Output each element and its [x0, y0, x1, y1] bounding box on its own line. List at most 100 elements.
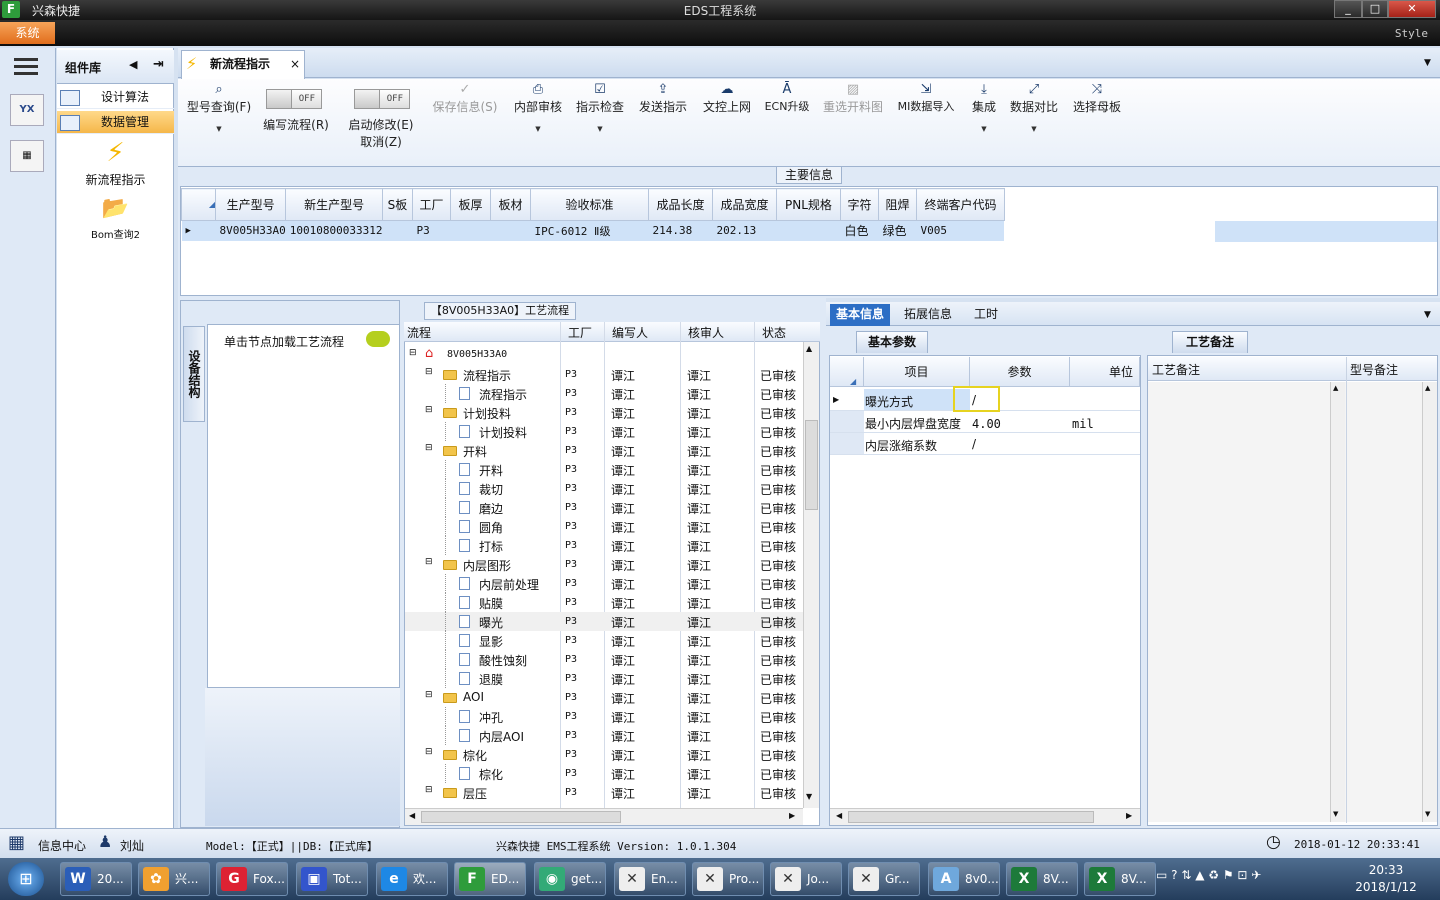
table-cell[interactable]: [382, 221, 412, 241]
collapse-left-icon[interactable]: ◀: [129, 58, 137, 71]
taskbar-item[interactable]: ◉ get...: [534, 862, 606, 896]
scroll-up-icon[interactable]: ▲: [1333, 384, 1338, 392]
table-cell[interactable]: [776, 221, 840, 241]
params-horizontal-scrollbar[interactable]: ◀ ▶: [830, 808, 1140, 825]
table-cell[interactable]: 10010800033312: [286, 221, 383, 241]
taskbar-item[interactable]: ✕ Pro...: [692, 862, 764, 896]
col-header[interactable]: 项目: [864, 357, 970, 387]
table-cell[interactable]: IPC-6012 Ⅱ级: [530, 221, 648, 241]
tree-row[interactable]: 磨边 P3 谭江 谭江 已审核: [405, 498, 805, 517]
taskbar-item[interactable]: ▣ Tot...: [296, 862, 368, 896]
tab-close-icon[interactable]: ×: [290, 51, 300, 77]
scroll-left-icon[interactable]: ◀: [409, 811, 415, 820]
taskbar-item[interactable]: ✕ En...: [614, 862, 686, 896]
tree-row[interactable]: ⊟ AOI P3 谭江 谭江 已审核: [405, 688, 805, 707]
col-header[interactable]: 板材: [489, 188, 531, 221]
tree-row[interactable]: 流程指示 P3 谭江 谭江 已审核: [405, 384, 805, 403]
scroll-down-icon[interactable]: ▼: [1425, 810, 1430, 818]
maximize-button[interactable]: □: [1362, 0, 1388, 18]
table-cell[interactable]: 214.38: [648, 221, 712, 241]
start-button[interactable]: ⊞: [8, 862, 44, 896]
scroll-right-icon[interactable]: ▶: [789, 811, 795, 820]
tree-root-row[interactable]: ⊟ ⌂ 8V005H33A0: [405, 346, 805, 365]
ecn-upgrade-button[interactable]: Ā ECN升级: [762, 82, 812, 114]
collapse-icon[interactable]: ⊟: [425, 405, 433, 415]
taskbar-item[interactable]: X 8V...: [1084, 862, 1156, 896]
scroll-up-icon[interactable]: ▲: [806, 344, 812, 353]
tree-row[interactable]: 冲孔 P3 谭江 谭江 已审核: [405, 707, 805, 726]
table-cell[interactable]: 白色: [840, 221, 878, 241]
scroll-left-icon[interactable]: ◀: [836, 811, 842, 820]
tree-row[interactable]: 棕化 P3 谭江 谭江 已审核: [405, 764, 805, 783]
tree-row[interactable]: ⊟ 棕化 P3 谭江 谭江 已审核: [405, 745, 805, 764]
table-cell[interactable]: 202.13: [712, 221, 776, 241]
system-menu-button[interactable]: 系统: [0, 22, 55, 44]
tree-row[interactable]: 打标 P3 谭江 谭江 已审核: [405, 536, 805, 555]
col-header[interactable]: 终端客户代码: [915, 188, 1005, 221]
equipment-structure-tab[interactable]: 设备结构: [183, 326, 205, 422]
info-center-link[interactable]: 信息中心: [38, 837, 86, 854]
scroll-down-icon[interactable]: ▼: [806, 792, 812, 801]
tree-vertical-scrollbar[interactable]: ▲ ▼: [803, 342, 819, 808]
integrate-button[interactable]: ⤓ 集成 ▼: [966, 82, 1002, 133]
table-cell[interactable]: [450, 221, 490, 241]
col-header[interactable]: 状态: [762, 324, 786, 341]
col-header[interactable]: 工厂: [411, 188, 451, 221]
select-motherboard-button[interactable]: ⤨ 选择母板: [1070, 82, 1124, 115]
col-header[interactable]: 验收标准: [529, 188, 649, 221]
tree-row[interactable]: 酸性蚀刻 P3 谭江 谭江 已审核: [405, 650, 805, 669]
table-cell[interactable]: [490, 221, 530, 241]
col-header[interactable]: 生产型号: [214, 188, 287, 221]
tree-row[interactable]: 计划投料 P3 谭江 谭江 已审核: [405, 422, 805, 441]
model-query-button[interactable]: ⌕ 型号查询(F) ▼: [184, 82, 254, 133]
tray-date[interactable]: 2018/1/12: [1346, 880, 1426, 894]
taskbar-item[interactable]: G Fox...: [216, 862, 288, 896]
internal-review-button[interactable]: ⎙ 内部审核 ▼: [512, 82, 564, 133]
collapse-icon[interactable]: ⊟: [425, 747, 433, 757]
doc-control-online-button[interactable]: ☁ 文控上网: [700, 82, 754, 115]
load-process-box[interactable]: 单击节点加载工艺流程: [207, 324, 400, 688]
tray-time[interactable]: 20:33: [1346, 863, 1426, 877]
tree-row[interactable]: ⊟ 层压 P3 谭江 谭江 已审核: [405, 783, 805, 802]
memo-scrollbar[interactable]: ▲ ▼: [1330, 382, 1345, 822]
tree-row[interactable]: 曝光 P3 谭江 谭江 已审核: [405, 612, 805, 631]
col-header[interactable]: 新生产型号: [285, 188, 383, 221]
taskbar-item[interactable]: X 8V...: [1006, 862, 1078, 896]
scroll-up-icon[interactable]: ▲: [1425, 384, 1430, 392]
send-instruction-button[interactable]: ⇪ 发送指示: [636, 82, 690, 115]
tree-row[interactable]: ⊟ 计划投料 P3 谭江 谭江 已审核: [405, 403, 805, 422]
col-header[interactable]: PNL规格: [775, 188, 841, 221]
tree-row[interactable]: 内层AOI P3 谭江 谭江 已审核: [405, 726, 805, 745]
write-process-toggle[interactable]: OFF: [266, 89, 322, 109]
col-header[interactable]: 编写人: [612, 324, 648, 341]
cancel-label[interactable]: 取消(Z): [344, 133, 418, 150]
lightning-icon[interactable]: ⚡: [57, 138, 174, 168]
scroll-thumb[interactable]: [848, 811, 1094, 823]
bom-query-item[interactable]: Bom查询2: [57, 226, 174, 241]
param-row[interactable]: 最小内层焊盘宽度 4.00 mil: [830, 411, 1140, 433]
tree-row[interactable]: 开料 P3 谭江 谭江 已审核: [405, 460, 805, 479]
tray-icons[interactable]: ▭ ? ⇅ ▲ ♻ ⚑ ⊡ ✈: [1156, 868, 1261, 882]
scroll-down-icon[interactable]: ▼: [1333, 810, 1338, 818]
scroll-thumb[interactable]: [421, 811, 621, 823]
col-header[interactable]: S板: [381, 188, 413, 221]
tab-work-hours[interactable]: 工时: [968, 304, 1004, 326]
col-header[interactable]: 单位: [1070, 357, 1140, 387]
collapse-icon[interactable]: ⊟: [425, 690, 433, 700]
tree-row[interactable]: 退膜 P3 谭江 谭江 已审核: [405, 669, 805, 688]
tree-row[interactable]: 显影 P3 谭江 谭江 已审核: [405, 631, 805, 650]
col-header[interactable]: 核审人: [688, 324, 724, 341]
table-cell[interactable]: V005: [916, 221, 1004, 241]
minimize-button[interactable]: _: [1334, 0, 1362, 18]
memo-scrollbar[interactable]: ▲ ▼: [1422, 382, 1437, 822]
scroll-thumb[interactable]: [805, 420, 818, 510]
col-header[interactable]: 参数: [970, 357, 1070, 387]
param-row[interactable]: 内层涨缩系数 /: [830, 433, 1140, 455]
calculator-icon[interactable]: ▦: [10, 140, 44, 172]
tab-basic-info[interactable]: 基本信息: [830, 304, 891, 326]
yx-module-icon[interactable]: YX: [10, 94, 44, 126]
taskbar-item[interactable]: ✕ Jo...: [770, 862, 842, 896]
tab-new-process-instruction[interactable]: ⚡ 新流程指示 ×: [181, 50, 305, 79]
col-header[interactable]: 板厚: [449, 188, 491, 221]
col-header[interactable]: 成品宽度: [711, 188, 777, 221]
